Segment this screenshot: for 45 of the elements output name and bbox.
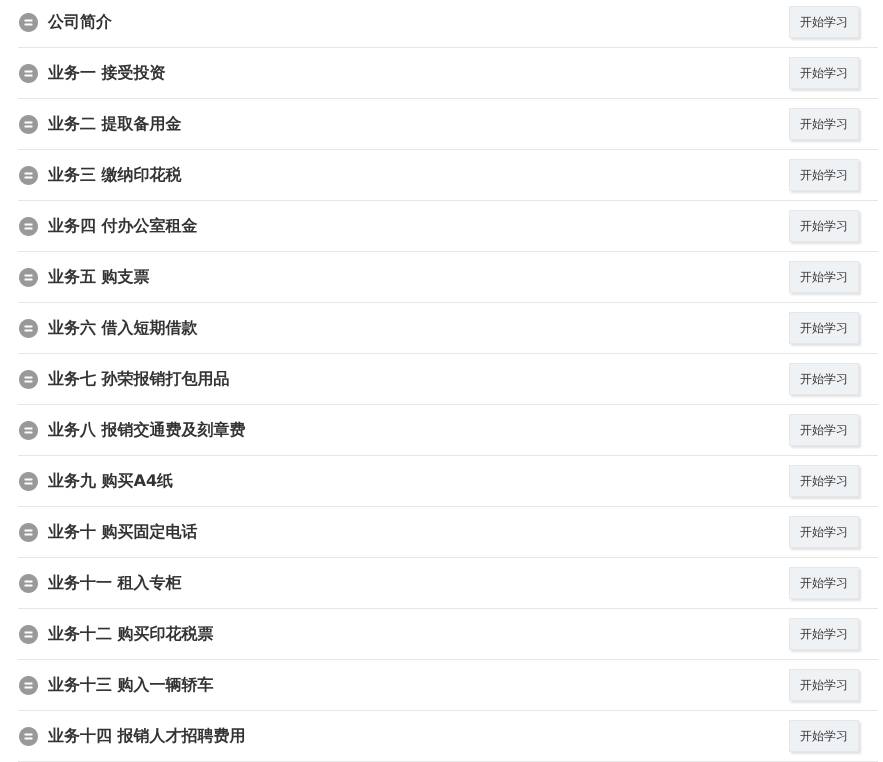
lesson-title: 业务三 缴纳印花税 — [48, 164, 183, 186]
start-learning-button[interactable]: 开始学习 — [789, 618, 859, 650]
equals-icon — [19, 726, 38, 746]
equals-icon — [19, 522, 38, 542]
lesson-title: 业务二 提取备用金 — [48, 114, 183, 134]
lesson-title: 业务十一 租入专柜 — [48, 572, 183, 594]
equals-icon — [19, 64, 38, 82]
start-learning-button[interactable]: 开始学习 — [789, 159, 859, 191]
lesson-title: 业务四 付办公室租金 — [48, 216, 199, 236]
lesson-title: 业务十二 购买印花税票 — [48, 624, 215, 644]
lesson-title: 业务七 孙荣报销打包用品 — [48, 368, 231, 390]
lesson-title: 公司简介 — [48, 12, 113, 32]
lesson-title: 业务六 借入短期借款 — [48, 318, 199, 338]
equals-icon — [19, 216, 38, 236]
equals-icon — [19, 676, 38, 694]
equals-icon — [19, 166, 38, 184]
equals-icon — [19, 318, 38, 338]
start-learning-button[interactable]: 开始学习 — [789, 261, 859, 293]
equals-icon — [19, 114, 38, 134]
lesson-title: 业务十三 购入一辆轿车 — [48, 674, 215, 696]
start-learning-button[interactable]: 开始学习 — [789, 312, 859, 344]
lesson-title: 业务九 购买A4纸 — [48, 470, 174, 492]
start-learning-button[interactable]: 开始学习 — [789, 363, 859, 395]
lesson-title: 业务五 购支票 — [48, 266, 151, 288]
equals-icon — [19, 574, 38, 592]
lesson-title: 业务八 报销交通费及刻章费 — [48, 420, 247, 440]
start-learning-button[interactable]: 开始学习 — [789, 465, 859, 497]
start-learning-button[interactable]: 开始学习 — [789, 567, 859, 599]
start-learning-button[interactable]: 开始学习 — [789, 516, 859, 548]
lesson-title: 业务十四 报销人才招聘费用 — [48, 726, 247, 746]
start-learning-button[interactable]: 开始学习 — [789, 669, 859, 701]
equals-icon — [19, 370, 38, 388]
equals-icon — [19, 420, 38, 440]
lesson-title: 业务一 接受投资 — [48, 62, 167, 84]
lesson-title: 业务十 购买固定电话 — [48, 522, 199, 542]
start-learning-button[interactable]: 开始学习 — [789, 108, 859, 140]
equals-icon — [19, 12, 38, 32]
start-learning-button[interactable]: 开始学习 — [789, 57, 859, 89]
start-learning-button[interactable]: 开始学习 — [789, 414, 859, 446]
equals-icon — [19, 472, 38, 490]
equals-icon — [19, 268, 38, 286]
start-learning-button[interactable]: 开始学习 — [789, 6, 859, 38]
start-learning-button[interactable]: 开始学习 — [789, 720, 859, 752]
equals-icon — [19, 624, 38, 644]
start-learning-button[interactable]: 开始学习 — [789, 210, 859, 242]
